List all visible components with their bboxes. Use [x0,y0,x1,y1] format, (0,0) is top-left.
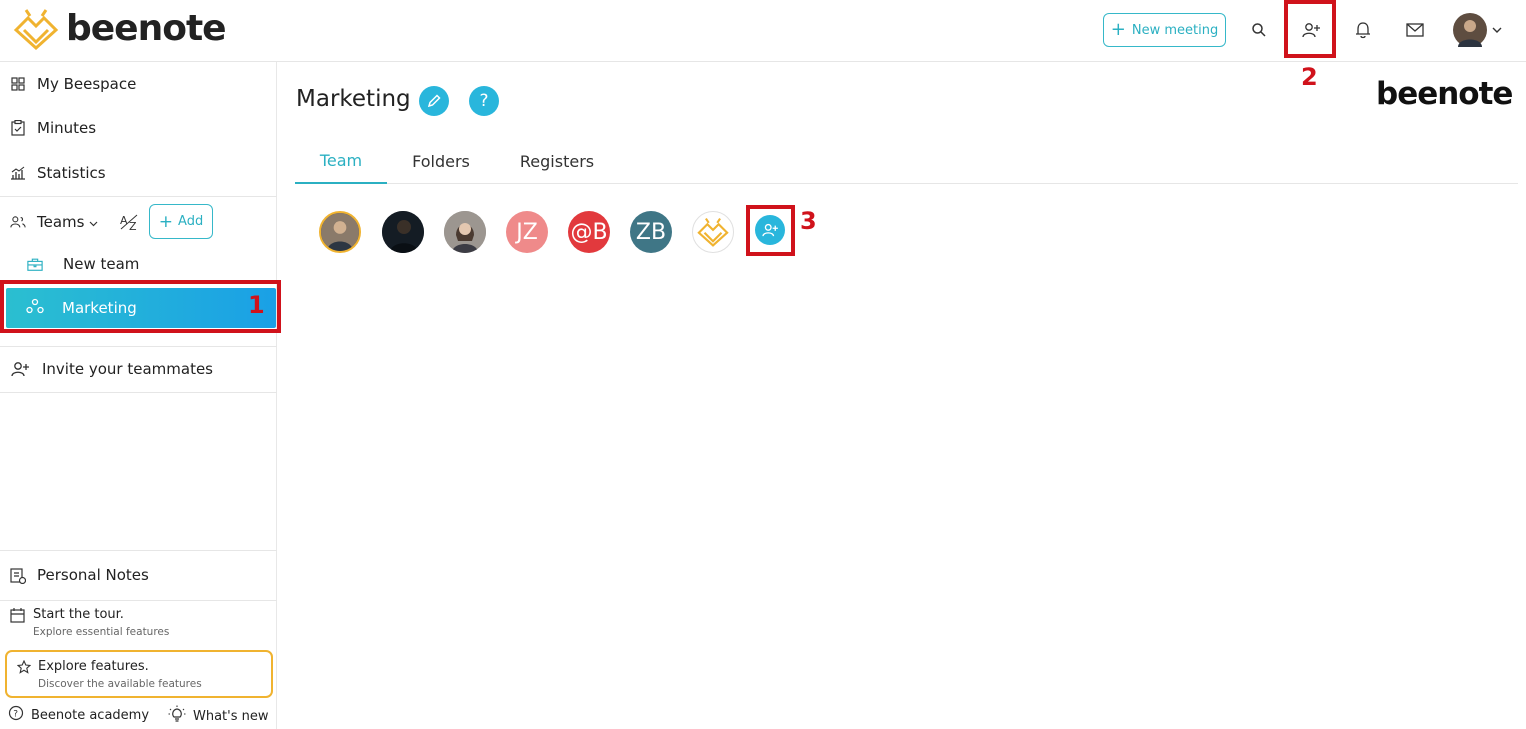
teams-label: Teams [37,213,85,231]
sidebar-item-label: Statistics [37,164,106,182]
star-icon [16,659,32,690]
explore-features-link[interactable]: Explore features. Discover the available… [5,650,273,698]
highlight-box-2 [1284,0,1336,58]
bee-logo-icon [697,217,729,247]
whats-new-label: What's new [193,708,269,724]
beenote-logo[interactable]: beenote [12,8,227,50]
add-team-button[interactable]: + Add [149,204,213,239]
bell-icon[interactable] [1347,14,1379,46]
edit-team-button[interactable] [419,86,449,116]
invite-teammates-link[interactable]: Invite your teammates [0,347,277,391]
plus-icon: + [158,211,174,232]
tab-bar: Team Folders Registers [295,138,1518,184]
briefcase-icon [27,256,43,272]
tour-subtitle: Explore essential features [33,626,170,638]
tab-folders[interactable]: Folders [397,138,485,184]
help-circle-icon: ? [8,705,24,725]
annotation-marker-2: 2 [1301,63,1318,91]
grid-icon [10,76,26,92]
member-initials: JZ [516,219,538,245]
chevron-down-icon[interactable] [1485,14,1509,46]
search-icon[interactable] [1243,14,1275,46]
personal-notes-label: Personal Notes [37,566,149,584]
member-initials: @B [570,219,608,245]
divider [0,392,277,393]
new-meeting-button[interactable]: + New meeting [1103,13,1226,47]
notes-icon [10,567,26,584]
chart-icon [10,165,26,181]
svg-text:A: A [120,214,128,227]
add-user-icon [10,361,30,377]
calendar-icon [10,607,26,638]
plus-icon: + [1110,19,1126,40]
tab-registers[interactable]: Registers [507,138,607,184]
tab-team[interactable]: Team [295,138,387,184]
sidebar-item-label: Minutes [37,119,97,137]
annotation-marker-1: 1 [248,291,265,319]
logo-text: beenote [66,8,227,49]
member-avatar[interactable] [382,211,424,253]
clipboard-icon [10,120,26,136]
brand-logo: beenote [1376,76,1513,112]
team-label: New team [63,255,140,273]
divider [0,550,277,551]
mail-icon[interactable] [1399,14,1431,46]
sidebar-item-minutes[interactable]: Minutes [0,106,277,150]
question-icon: ? [479,91,489,111]
highlight-box-3 [746,205,795,256]
academy-label: Beenote academy [31,707,150,723]
member-avatar[interactable]: JZ [506,211,548,253]
page-title: Marketing [296,86,411,112]
sidebar-item-label: My Beespace [37,75,137,93]
beenote-academy-link[interactable]: ? Beenote academy [8,705,149,725]
personal-notes-link[interactable]: Personal Notes [0,553,277,597]
member-initials: ZB [635,219,667,245]
member-avatar[interactable]: @B [568,211,610,253]
member-avatar[interactable]: ZB [630,211,672,253]
sort-az-icon[interactable]: AZ [118,211,142,233]
new-meeting-label: New meeting [1131,22,1219,38]
sidebar-item-my-beespace[interactable]: My Beespace [0,62,277,106]
start-tour-link[interactable]: Start the tour. Explore essential featur… [10,607,169,638]
bee-logo-icon [13,9,59,50]
sidebar: My Beespace Minutes Statistics Teams AZ … [0,62,281,729]
highlight-box-1 [0,280,281,333]
chevron-down-icon [89,213,98,231]
pencil-icon [427,94,441,108]
help-button[interactable]: ? [469,86,499,116]
annotation-marker-3: 3 [800,207,817,235]
svg-text:?: ? [13,710,18,720]
team-icon [10,214,26,230]
svg-text:Z: Z [129,220,137,233]
member-avatar[interactable] [319,211,361,253]
explore-title: Explore features. [38,659,149,674]
divider [0,196,277,197]
member-avatar[interactable] [692,211,734,253]
whats-new-link[interactable]: What's new [168,705,269,727]
tour-title: Start the tour. [33,607,124,622]
explore-subtitle: Discover the available features [38,678,202,690]
divider [0,600,277,601]
lightbulb-icon [168,705,186,727]
member-avatar[interactable] [444,211,486,253]
user-avatar[interactable] [1453,13,1487,47]
sidebar-item-statistics[interactable]: Statistics [0,151,277,195]
invite-label: Invite your teammates [42,360,213,378]
add-label: Add [178,214,204,229]
